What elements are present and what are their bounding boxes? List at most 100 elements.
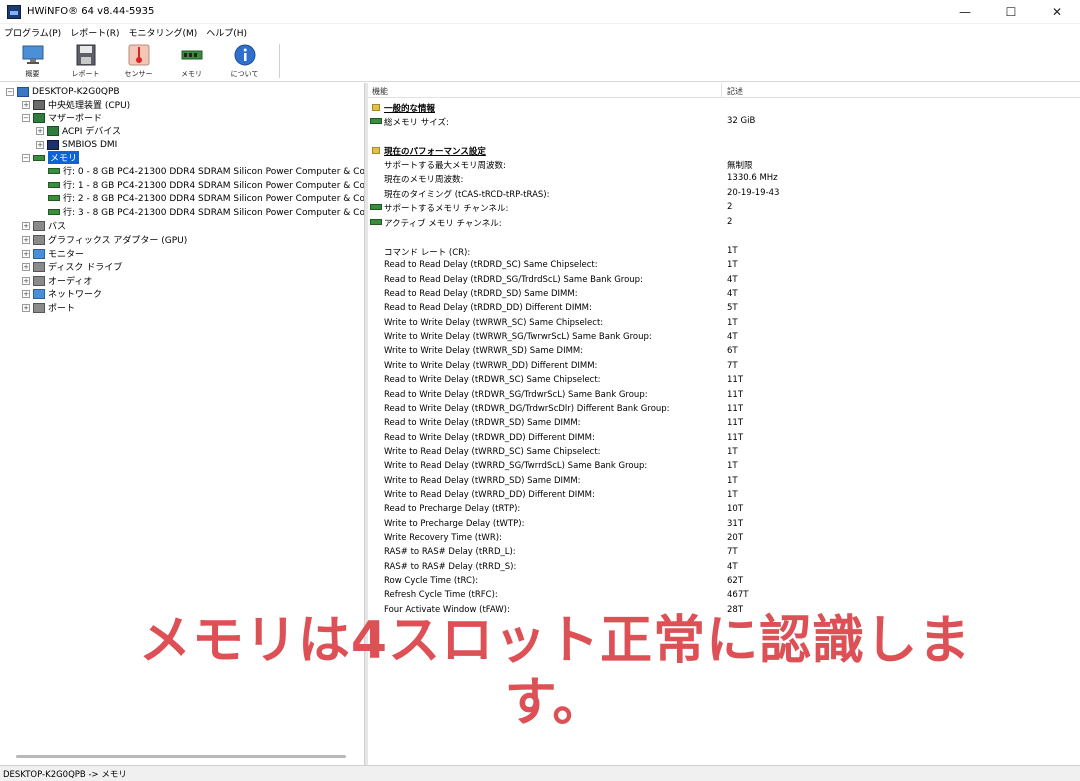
section-general: 一般的な情報 (368, 101, 1080, 114)
timing-row: Read to Write Delay (tRDWR_SG/TrdwrScL) … (368, 389, 1080, 402)
tree-item-bus[interactable]: + バス (22, 219, 66, 232)
timing-label: Write to Precharge Delay (tWTP): (384, 518, 525, 529)
detail-value: 2 (727, 217, 733, 227)
tree-item-ports-label: ポート (48, 304, 76, 314)
timing-value: 1T (727, 446, 738, 457)
timing-value: 31T (727, 518, 744, 529)
maximize-button[interactable]: ☐ (988, 0, 1034, 24)
collapse-icon[interactable]: − (22, 113, 30, 122)
detail-label: 現在のタイミング (tCAS-tRCD-tRP-tRAS): (384, 190, 550, 200)
expand-icon[interactable]: + (22, 221, 30, 230)
memory-module-icon (370, 118, 382, 124)
about-button[interactable]: について (218, 40, 271, 82)
tree-item-network[interactable]: + ネットワーク (22, 287, 102, 300)
tree-item-acpi[interactable]: + ACPI デバイス (36, 124, 121, 137)
section-performance: 現在のパフォーマンス設定 (368, 144, 1080, 157)
timing-row: Read to Write Delay (tRDWR_DG/TrdwrScDlr… (368, 403, 1080, 416)
collapse-icon[interactable]: − (22, 153, 30, 162)
memory-row-label: 行: 1 - 8 GB PC4-21300 DDR4 SDRAM Silicon… (63, 181, 365, 191)
tree-root[interactable]: − DESKTOP-K2G0QPB (6, 85, 120, 98)
menu-program[interactable]: プログラム(P) (4, 26, 61, 39)
monitor-icon (21, 44, 45, 66)
tree-item-gpu-label: グラフィックス アダプター (GPU) (48, 236, 188, 246)
bus-icon (33, 220, 45, 231)
tree-item-smbios[interactable]: + SMBIOS DMI (36, 138, 117, 151)
column-divider[interactable] (721, 83, 722, 98)
expand-icon[interactable]: + (22, 276, 30, 285)
detail-value: 32 GiB (727, 116, 756, 126)
expand-icon[interactable]: + (22, 289, 30, 298)
timing-label: Write to Write Delay (tWRWR_DD) Differen… (384, 360, 598, 371)
section-performance-title: 現在のパフォーマンス設定 (384, 147, 486, 157)
timing-value: 1T (727, 246, 738, 256)
timing-value: 1T (727, 317, 738, 328)
expand-icon[interactable]: + (22, 262, 30, 271)
timing-label: Read to Write Delay (tRDWR_SC) Same Chip… (384, 375, 601, 386)
tree-item-memory-row[interactable]: 行: 3 - 8 GB PC4-21300 DDR4 SDRAM Silicon… (48, 205, 365, 218)
timing-label: Write to Write Delay (tWRWR_SD) Same DIM… (384, 346, 584, 357)
horizontal-scrollbar[interactable] (16, 755, 346, 758)
tree-item-memory-row[interactable]: 行: 1 - 8 GB PC4-21300 DDR4 SDRAM Silicon… (48, 178, 365, 191)
summary-label: 概要 (25, 70, 40, 78)
memory-button[interactable]: メモリ (165, 40, 218, 82)
title-bar: HWiNFO® 64 v8.44-5935 — ☐ ✕ (0, 0, 1080, 24)
tree-item-ports[interactable]: + ポート (22, 301, 75, 314)
memory-row-label: 行: 3 - 8 GB PC4-21300 DDR4 SDRAM Silicon… (63, 208, 365, 218)
expand-icon[interactable]: + (36, 140, 44, 149)
tree-item-disk[interactable]: + ディスク ドライブ (22, 260, 122, 273)
timing-label: Write to Write Delay (tWRWR_SC) Same Chi… (384, 317, 604, 328)
detail-value: 20-19-19-43 (727, 188, 780, 198)
detail-label: サポートするメモリ チャンネル: (384, 204, 509, 214)
report-label: レポート (71, 70, 100, 78)
close-button[interactable]: ✕ (1034, 0, 1080, 24)
minimize-button[interactable]: — (942, 0, 988, 24)
timing-value: 11T (727, 418, 744, 429)
timing-value: 1T (727, 461, 738, 472)
memory-row-label: 行: 2 - 8 GB PC4-21300 DDR4 SDRAM Silicon… (63, 194, 365, 204)
timing-value: 4T (727, 274, 738, 285)
timing-label: RAS# to RAS# Delay (tRRD_L): (384, 547, 516, 558)
menu-monitoring[interactable]: モニタリング(M) (128, 26, 197, 39)
memory-module-icon (33, 154, 45, 161)
memory-label: メモリ (181, 70, 202, 78)
timing-row: RAS# to RAS# Delay (tRRD_S): 4T (368, 561, 1080, 574)
menu-report[interactable]: レポート(R) (70, 26, 119, 39)
timing-value: 5T (727, 303, 738, 314)
expand-icon[interactable]: + (36, 126, 44, 135)
timing-row: Read to Read Delay (tRDRD_DD) Different … (368, 302, 1080, 315)
tree-item-memory-row[interactable]: 行: 2 - 8 GB PC4-21300 DDR4 SDRAM Silicon… (48, 191, 365, 204)
menu-help[interactable]: ヘルプ(H) (206, 26, 247, 39)
memory-module-icon (48, 167, 60, 174)
expand-icon[interactable]: + (22, 249, 30, 258)
report-button[interactable]: レポート (59, 40, 112, 82)
status-bar: DESKTOP-K2G0QPB -> メモリ (0, 765, 1080, 781)
summary-button[interactable]: 概要 (6, 40, 59, 82)
port-icon (33, 302, 45, 313)
timing-row: Read to Precharge Delay (tRTP): 10T (368, 503, 1080, 516)
tree-item-motherboard[interactable]: − マザーボード (22, 111, 102, 124)
timing-row: Read to Write Delay (tRDWR_DD) Different… (368, 432, 1080, 445)
timing-row: Refresh Cycle Time (tRFC): 467T (368, 589, 1080, 602)
tree-item-gpu[interactable]: + グラフィックス アダプター (GPU) (22, 233, 187, 246)
detail-value: 無制限 (727, 161, 753, 171)
expand-icon[interactable]: + (22, 235, 30, 244)
timing-row: Write to Write Delay (tWRWR_SC) Same Chi… (368, 317, 1080, 330)
thermometer-icon (127, 44, 151, 66)
tree-item-monitor[interactable]: + モニター (22, 247, 84, 260)
detail-label: アクティブ メモリ チャンネル: (384, 219, 502, 229)
expand-icon[interactable]: + (22, 100, 30, 109)
timing-label: Write to Read Delay (tWRRD_SD) Same DIMM… (384, 475, 581, 486)
sensor-button[interactable]: センサー (112, 40, 165, 82)
tree-item-memory-row[interactable]: 行: 0 - 8 GB PC4-21300 DDR4 SDRAM Silicon… (48, 164, 364, 177)
column-header-feature[interactable]: 機能 (372, 86, 388, 97)
collapse-icon[interactable]: − (6, 87, 14, 96)
tree-item-memory[interactable]: − メモリ (22, 151, 80, 164)
overlay-caption: メモリは4スロット正常に認識しま す。 (90, 610, 1020, 734)
tree-item-audio[interactable]: + オーディオ (22, 274, 92, 287)
expand-icon[interactable]: + (22, 303, 30, 312)
timing-row: Row Cycle Time (tRC): 62T (368, 575, 1080, 588)
column-header-description[interactable]: 記述 (727, 86, 743, 97)
timing-value: 20T (727, 533, 744, 543)
tree-item-cpu[interactable]: + 中央処理装置 (CPU) (22, 98, 130, 111)
tree-item-acpi-label: ACPI デバイス (62, 127, 121, 137)
